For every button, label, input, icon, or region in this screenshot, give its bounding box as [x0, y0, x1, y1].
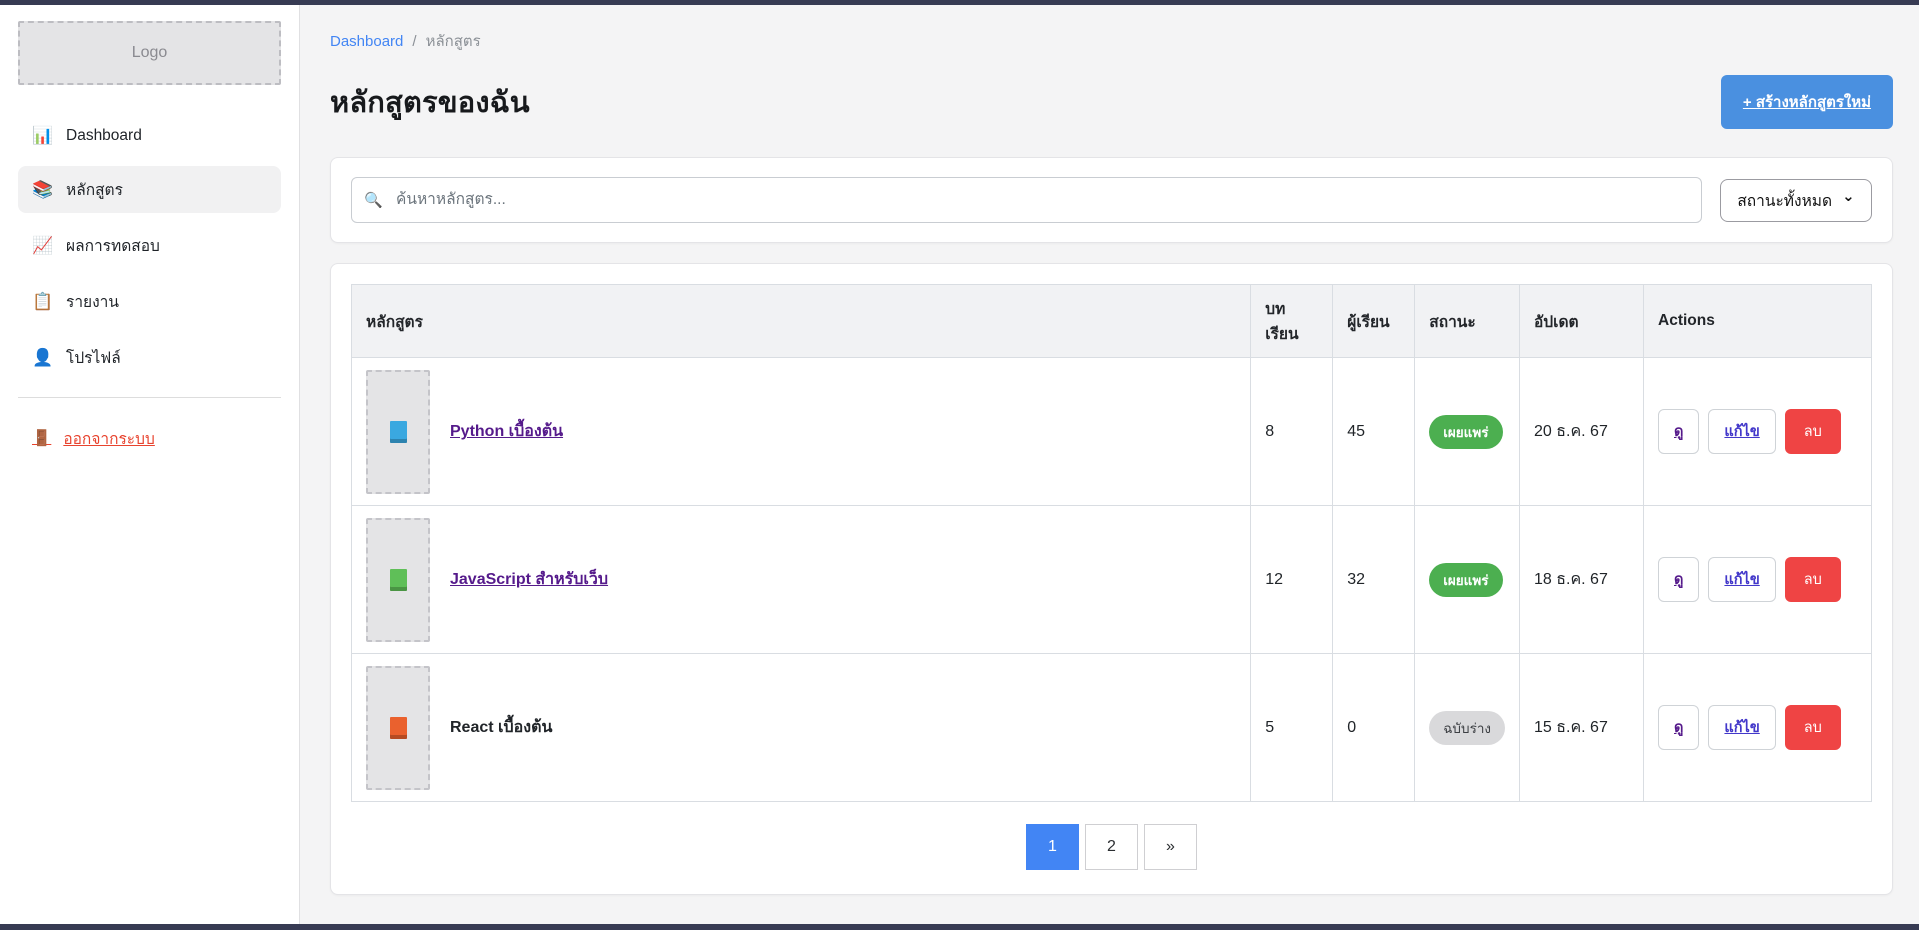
updated-date: 20 ธ.ค. 67	[1520, 358, 1644, 506]
column-header-students: ผู้เรียน	[1333, 285, 1415, 358]
column-header-updated: อัปเดต	[1520, 285, 1644, 358]
bar-chart-icon: 📊	[32, 126, 54, 146]
pagination-next[interactable]: »	[1144, 824, 1197, 870]
green-book-icon	[390, 569, 407, 591]
lessons-count: 12	[1251, 506, 1333, 654]
breadcrumb-separator: /	[412, 33, 416, 50]
logout-link[interactable]: 🚪 ออกจากระบบ	[18, 418, 281, 459]
sidebar-item-label: Dashboard	[66, 127, 142, 145]
course-cell: React เบื้องต้น	[366, 666, 1236, 790]
books-icon: 📚	[32, 180, 54, 200]
orange-book-icon	[390, 717, 407, 739]
status-badge: ฉบับร่าง	[1429, 711, 1505, 745]
course-title-link[interactable]: JavaScript สำหรับเว็บ	[450, 567, 608, 592]
edit-button[interactable]: แก้ไข	[1708, 557, 1775, 602]
page: Logo 📊 Dashboard 📚 หลักสูตร 📈 ผลการทดสอบ…	[0, 0, 1919, 930]
status-filter-value: สถานะทั้งหมด	[1737, 188, 1832, 213]
layout: Logo 📊 Dashboard 📚 หลักสูตร 📈 ผลการทดสอบ…	[0, 5, 1919, 924]
sidebar-item-label: หลักสูตร	[66, 177, 123, 202]
pagination-page-2[interactable]: 2	[1085, 824, 1138, 870]
column-header-status: สถานะ	[1415, 285, 1520, 358]
sidebar-item-reports[interactable]: 📋 รายงาน	[18, 278, 281, 325]
courses-table: หลักสูตร บทเรียน ผู้เรียน สถานะ อัปเดต A…	[351, 284, 1872, 802]
clipboard-icon: 📋	[32, 292, 54, 312]
sidebar: Logo 📊 Dashboard 📚 หลักสูตร 📈 ผลการทดสอบ…	[0, 5, 300, 924]
view-button[interactable]: ดู	[1658, 557, 1699, 602]
search-input[interactable]	[351, 177, 1702, 223]
edit-button[interactable]: แก้ไข	[1708, 705, 1775, 750]
chart-increasing-icon: 📈	[32, 236, 54, 256]
search-wrapper: 🔍	[351, 177, 1702, 223]
delete-button[interactable]: ลบ	[1785, 409, 1841, 454]
logo-placeholder: Logo	[18, 21, 281, 85]
column-header-course: หลักสูตร	[352, 285, 1251, 358]
logo-text: Logo	[132, 44, 168, 62]
sidebar-item-label: ผลการทดสอบ	[66, 233, 160, 258]
course-thumbnail-placeholder	[366, 518, 430, 642]
course-row-react: React เบื้องต้น 5 0 ฉบับร่าง 15 ธ.ค. 67 …	[352, 654, 1872, 802]
status-badge: เผยแพร่	[1429, 415, 1502, 449]
course-thumbnail-placeholder	[366, 370, 430, 494]
course-thumbnail-placeholder	[366, 666, 430, 790]
lessons-count: 8	[1251, 358, 1333, 506]
course-title-link[interactable]: Python เบื้องต้น	[450, 419, 563, 444]
row-actions: ดู แก้ไข ลบ	[1658, 409, 1857, 454]
course-row-python: Python เบื้องต้น 8 45 เผยแพร่ 20 ธ.ค. 67…	[352, 358, 1872, 506]
page-title: หลักสูตรของฉัน	[330, 79, 530, 125]
title-row: หลักสูตรของฉัน + สร้างหลักสูตรใหม่	[330, 75, 1893, 129]
students-count: 32	[1333, 506, 1415, 654]
blue-book-icon	[390, 421, 407, 443]
row-actions: ดู แก้ไข ลบ	[1658, 557, 1857, 602]
pagination: 1 2 »	[351, 824, 1872, 870]
sidebar-item-courses[interactable]: 📚 หลักสูตร	[18, 166, 281, 213]
pagination-page-1[interactable]: 1	[1026, 824, 1079, 870]
filter-card: 🔍 สถานะทั้งหมด ⌄	[330, 157, 1893, 243]
course-cell: Python เบื้องต้น	[366, 370, 1236, 494]
students-count: 0	[1333, 654, 1415, 802]
view-button[interactable]: ดู	[1658, 409, 1699, 454]
breadcrumb: Dashboard / หลักสูตร	[330, 29, 1893, 53]
door-icon: 🚪	[32, 429, 51, 448]
sidebar-item-dashboard[interactable]: 📊 Dashboard	[18, 115, 281, 157]
students-count: 45	[1333, 358, 1415, 506]
column-header-lessons: บทเรียน	[1251, 285, 1333, 358]
sidebar-item-label: โปรไฟล์	[66, 345, 121, 370]
status-filter-select[interactable]: สถานะทั้งหมด ⌄	[1720, 179, 1872, 222]
view-button[interactable]: ดู	[1658, 705, 1699, 750]
delete-button[interactable]: ลบ	[1785, 557, 1841, 602]
updated-date: 15 ธ.ค. 67	[1520, 654, 1644, 802]
breadcrumb-dashboard-link[interactable]: Dashboard	[330, 33, 403, 50]
delete-button[interactable]: ลบ	[1785, 705, 1841, 750]
course-row-javascript: JavaScript สำหรับเว็บ 12 32 เผยแพร่ 18 ธ…	[352, 506, 1872, 654]
edit-button[interactable]: แก้ไข	[1708, 409, 1775, 454]
sidebar-item-profile[interactable]: 👤 โปรไฟล์	[18, 334, 281, 381]
lessons-count: 5	[1251, 654, 1333, 802]
column-header-actions: Actions	[1644, 285, 1872, 358]
bottom-accent-bar	[0, 924, 1919, 930]
create-course-button[interactable]: + สร้างหลักสูตรใหม่	[1721, 75, 1893, 129]
sidebar-item-label: รายงาน	[66, 289, 119, 314]
breadcrumb-current: หลักสูตร	[426, 29, 481, 53]
search-icon: 🔍	[364, 191, 383, 209]
status-badge: เผยแพร่	[1429, 563, 1502, 597]
row-actions: ดู แก้ไข ลบ	[1658, 705, 1857, 750]
sidebar-item-test-results[interactable]: 📈 ผลการทดสอบ	[18, 222, 281, 269]
table-header-row: หลักสูตร บทเรียน ผู้เรียน สถานะ อัปเดต A…	[352, 285, 1872, 358]
updated-date: 18 ธ.ค. 67	[1520, 506, 1644, 654]
main-content: Dashboard / หลักสูตร หลักสูตรของฉัน + สร…	[300, 5, 1919, 924]
course-title-text: React เบื้องต้น	[450, 715, 552, 740]
course-cell: JavaScript สำหรับเว็บ	[366, 518, 1236, 642]
sidebar-divider	[18, 397, 281, 398]
person-icon: 👤	[32, 348, 54, 368]
logout-label: ออกจากระบบ	[63, 426, 155, 451]
courses-table-card: หลักสูตร บทเรียน ผู้เรียน สถานะ อัปเดต A…	[330, 263, 1893, 895]
